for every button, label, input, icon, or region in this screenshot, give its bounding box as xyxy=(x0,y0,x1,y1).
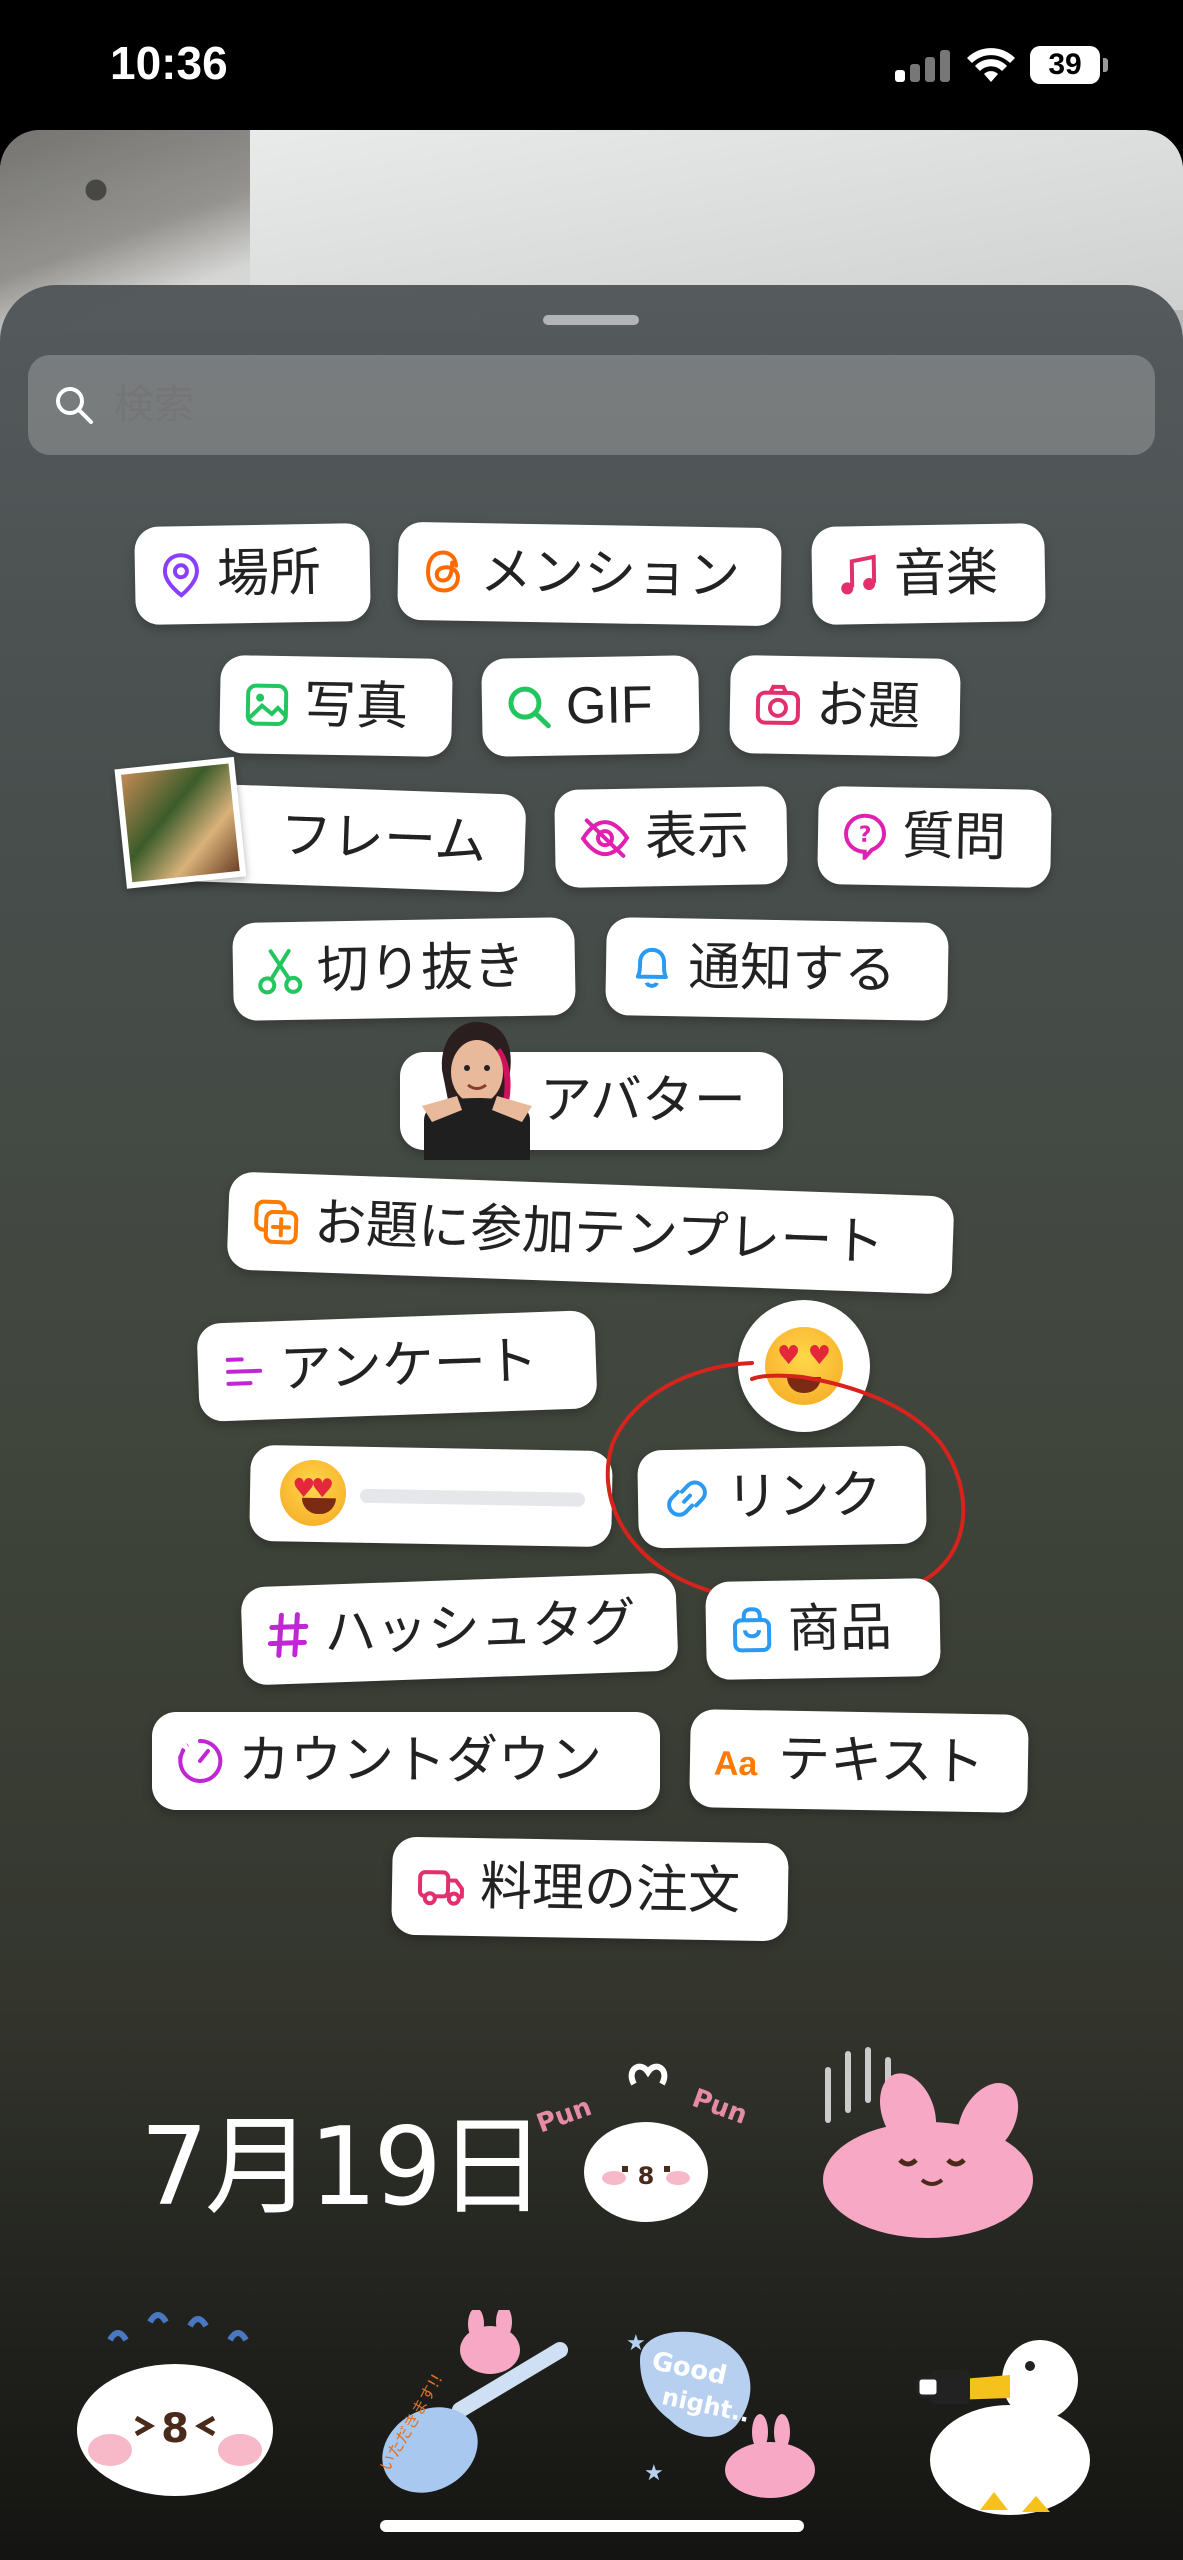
sticker-add-yours-template-label: お題に参加テンプレート xyxy=(313,1193,886,1274)
svg-text:Aa: Aa xyxy=(714,1744,759,1781)
svg-text:8: 8 xyxy=(161,2406,189,2452)
sticker-poll[interactable]: アンケート xyxy=(196,1310,598,1422)
sticker-music[interactable]: 音楽 xyxy=(811,522,1046,626)
search-bar[interactable] xyxy=(28,355,1155,455)
sticker-itadakimasu-spoon[interactable]: いただきます!! xyxy=(360,2310,580,2510)
bell-icon xyxy=(635,947,668,988)
sticker-emoji-slider[interactable] xyxy=(249,1444,613,1548)
sticker-location[interactable]: 場所 xyxy=(134,522,371,626)
add-template-icon xyxy=(254,1199,299,1245)
threads-at-icon xyxy=(426,550,460,593)
sticker-cutout[interactable]: 切り抜き xyxy=(232,917,576,1021)
sticker-location-label: 場所 xyxy=(216,542,322,605)
sticker-countdown[interactable]: カウントダウン xyxy=(152,1712,660,1810)
sticker-gif[interactable]: GIF xyxy=(481,655,700,757)
shopping-bag-icon xyxy=(732,1607,772,1653)
hashtag-icon xyxy=(267,1612,309,1658)
sticker-prompt-label: お題 xyxy=(815,675,921,738)
sticker-countdown-label: カウントダウン xyxy=(238,1731,603,1791)
sticker-good-night[interactable]: Good night.. ★ ★ xyxy=(620,2320,850,2510)
svg-text:★: ★ xyxy=(626,2331,646,2356)
wifi-icon xyxy=(967,48,1015,82)
sticker-photo-label: 写真 xyxy=(303,675,409,738)
search-input[interactable] xyxy=(114,355,1014,455)
scissors-icon xyxy=(258,949,303,995)
sticker-hashtag-label: ハッシュタグ xyxy=(323,1592,637,1664)
sticker-pink-rabbit[interactable] xyxy=(808,2040,1038,2240)
home-indicator[interactable] xyxy=(380,2520,804,2532)
sticker-cutout-label: 切り抜き xyxy=(316,936,526,1001)
sticker-date[interactable]: 7月19日 xyxy=(140,2080,546,2236)
svg-text:?: ? xyxy=(858,823,871,848)
sheet-grabber[interactable] xyxy=(543,315,639,325)
location-pin-icon xyxy=(162,553,199,598)
sticker-reveal[interactable]: 表示 xyxy=(554,785,788,889)
sticker-hashtag[interactable]: ハッシュタグ xyxy=(240,1572,679,1686)
sticker-music-label: 音楽 xyxy=(893,542,999,605)
status-bar: 10:36 39 xyxy=(0,0,1183,130)
battery-indicator: 39 xyxy=(1030,46,1108,84)
sticker-kanahei-sweat[interactable]: 8 xyxy=(70,2300,280,2500)
sticker-frame[interactable]: フレーム xyxy=(114,756,527,893)
avatar-figure-icon xyxy=(422,1021,532,1160)
sticker-text-label: テキスト xyxy=(777,1729,985,1794)
sticker-white-duck[interactable] xyxy=(910,2320,1110,2520)
eye-off-icon xyxy=(580,818,630,858)
sticker-gif-label: GIF xyxy=(565,675,654,736)
sticker-food-order-label: 料理の注文 xyxy=(479,1857,741,1922)
gif-search-icon xyxy=(508,686,551,729)
sticker-text[interactable]: Aa テキスト xyxy=(689,1709,1029,1813)
svg-text:★: ★ xyxy=(644,2461,664,2486)
sticker-avatar-label: アバター xyxy=(540,1071,746,1131)
search-icon xyxy=(56,387,93,424)
poll-lines-icon xyxy=(225,1357,263,1386)
camera-icon xyxy=(755,684,801,726)
delivery-truck-icon xyxy=(417,1870,464,1906)
sticker-question[interactable]: ? 質問 xyxy=(817,785,1052,889)
svg-text:Pun: Pun xyxy=(533,2092,596,2139)
sticker-product-label: 商品 xyxy=(787,1597,893,1660)
frame-photo-thumbnail xyxy=(114,756,247,889)
sticker-kanahei-punpun[interactable]: Pun Pun 8 xyxy=(530,2060,760,2230)
cellular-signal-icon xyxy=(895,48,951,82)
sticker-prompt[interactable]: お題 xyxy=(729,655,961,757)
image-icon xyxy=(245,683,289,726)
sticker-notify-label: 通知する xyxy=(687,937,897,1002)
sticker-mention[interactable]: メンション xyxy=(397,521,782,627)
heart-eyes-emoji-icon xyxy=(279,1459,347,1527)
sticker-frame-label: フレーム xyxy=(278,805,488,873)
question-bubble-icon: ? xyxy=(844,813,887,861)
sticker-photo[interactable]: 写真 xyxy=(219,654,453,758)
svg-text:Pun: Pun xyxy=(688,2083,751,2130)
sticker-poll-label: アンケート xyxy=(279,1331,539,1401)
countdown-timer-icon xyxy=(178,1738,223,1783)
sticker-question-label: 質問 xyxy=(901,806,1007,869)
sticker-product[interactable]: 商品 xyxy=(705,1577,941,1681)
text-aa-icon: Aa xyxy=(714,1744,759,1781)
sticker-notify[interactable]: 通知する xyxy=(605,917,949,1021)
slider-track xyxy=(359,1488,586,1507)
status-time: 10:36 xyxy=(110,37,228,89)
music-note-icon xyxy=(841,554,877,595)
sticker-food-order[interactable]: 料理の注文 xyxy=(391,1836,789,1942)
sticker-mention-label: メンション xyxy=(479,542,741,607)
svg-text:8: 8 xyxy=(638,2162,655,2190)
sticker-reveal-label: 表示 xyxy=(644,805,750,868)
